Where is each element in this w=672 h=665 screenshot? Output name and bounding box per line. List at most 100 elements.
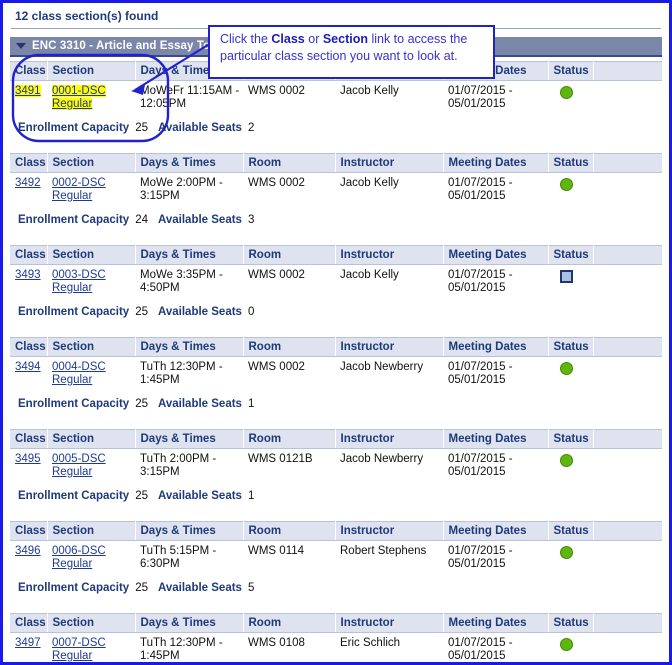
cell-section: 0006-DSC Regular [47, 540, 135, 573]
cell-room: WMS 0108 [243, 632, 335, 662]
class-number-link[interactable]: 3494 [15, 361, 41, 373]
section-type-link[interactable]: Regular [52, 466, 92, 478]
table-row: 3492 0002-DSC Regular MoWe 2:00PM - 3:15PM W… [10, 172, 662, 205]
section-link[interactable]: 0006-DSC [52, 545, 106, 557]
cell-meeting-dates: 01/07/2015 - 05/01/2015 [443, 264, 548, 297]
callout-bold-class: Class [271, 32, 305, 46]
section-type-link[interactable]: Regular [52, 558, 92, 570]
status-open-icon [560, 454, 573, 467]
column-header-instructor: Instructor [335, 429, 444, 449]
cell-status [548, 448, 593, 481]
status-open-icon [560, 86, 573, 99]
cell-days-times: MoWe 3:35PM - 4:50PM [135, 264, 243, 297]
column-header-days: Days & Times [135, 521, 244, 541]
column-header-blank [593, 429, 662, 449]
status-open-icon [560, 362, 573, 375]
status-open-icon [560, 638, 573, 651]
table-header-row: ClassSectionDays & TimesRoomInstructorMe… [10, 521, 662, 541]
cell-section: 0004-DSC Regular [47, 356, 135, 389]
section-table: ClassSectionDays & TimesRoomInstructorMe… [10, 429, 662, 481]
section-link[interactable]: 0007-DSC [52, 637, 106, 649]
column-header-section: Section [47, 337, 136, 357]
available-seats-label: Available Seats [158, 214, 242, 226]
column-header-section: Section [47, 61, 136, 81]
section-type-link[interactable]: Regular [52, 282, 92, 294]
cell-instructor: Eric Schlich [335, 632, 443, 662]
cell-instructor: Jacob Kelly [335, 80, 443, 113]
instruction-callout: Click the Class or Section link to acces… [208, 25, 495, 79]
section-type-link[interactable]: Regular [52, 190, 92, 202]
column-header-room: Room [243, 613, 336, 633]
cell-days-times: TuTh 12:30PM - 1:45PM [135, 356, 243, 389]
column-header-section: Section [47, 429, 136, 449]
class-number-link[interactable]: 3491 [15, 85, 41, 97]
enrollment-capacity-value: 25 [135, 490, 148, 502]
column-header-instructor: Instructor [335, 521, 444, 541]
class-number-link[interactable]: 3497 [15, 637, 41, 649]
column-header-instructor: Instructor [335, 337, 444, 357]
column-header-blank [593, 153, 662, 173]
column-header-status: Status [548, 61, 594, 81]
available-seats-value: 1 [247, 490, 255, 502]
cell-blank [593, 540, 662, 573]
section-type-link[interactable]: Regular [52, 98, 93, 110]
table-header-row: ClassSectionDays & TimesRoomInstructorMe… [10, 613, 662, 633]
cell-days-times: MoWeFr 11:15AM - 12:05PM [135, 80, 243, 113]
section-link[interactable]: 0005-DSC [52, 453, 106, 465]
available-seats-label: Available Seats [158, 398, 242, 410]
enrollment-capacity-label: Enrollment Capacity [18, 306, 130, 318]
available-seats-value: 3 [247, 214, 255, 226]
column-header-room: Room [243, 245, 336, 265]
section-link[interactable]: 0004-DSC [52, 361, 106, 373]
enrollment-summary: Enrollment Capacity 25 Available Seats 5 [10, 573, 662, 594]
triangle-down-icon[interactable] [16, 43, 26, 49]
column-header-dates: Meeting Dates [443, 429, 549, 449]
cell-class: 3497 [10, 632, 47, 662]
cell-blank [593, 264, 662, 297]
cell-class: 3493 [10, 264, 47, 297]
section-link[interactable]: 0001-DSC [52, 85, 106, 97]
cell-room: WMS 0002 [243, 264, 335, 297]
class-number-link[interactable]: 3493 [15, 269, 41, 281]
callout-text-part1: Click the [220, 32, 272, 46]
section-block: ClassSectionDays & TimesRoomInstructorMe… [10, 153, 662, 226]
enrollment-capacity-label: Enrollment Capacity [18, 214, 130, 226]
cell-blank [593, 356, 662, 389]
cell-status [548, 172, 593, 205]
cell-class: 3491 [10, 80, 47, 113]
section-type-link[interactable]: Regular [52, 650, 92, 662]
table-header-row: ClassSectionDays & TimesRoomInstructorMe… [10, 429, 662, 449]
section-type-link[interactable]: Regular [52, 374, 92, 386]
column-header-instructor: Instructor [335, 613, 444, 633]
column-header-room: Room [243, 429, 336, 449]
column-header-dates: Meeting Dates [443, 521, 549, 541]
section-block: ClassSectionDays & TimesRoomInstructorMe… [10, 613, 662, 662]
table-row: 3494 0004-DSC Regular TuTh 12:30PM - 1:45PM… [10, 356, 662, 389]
column-header-section: Section [47, 153, 136, 173]
column-header-days: Days & Times [135, 429, 244, 449]
cell-days-times: TuTh 5:15PM - 6:30PM [135, 540, 243, 573]
class-number-link[interactable]: 3496 [15, 545, 41, 557]
section-link[interactable]: 0003-DSC [52, 269, 106, 281]
cell-days-times: TuTh 2:00PM - 3:15PM [135, 448, 243, 481]
class-number-link[interactable]: 3492 [15, 177, 41, 189]
column-header-instructor: Instructor [335, 245, 444, 265]
callout-bold-section: Section [322, 32, 368, 46]
cell-instructor: Jacob Kelly [335, 172, 443, 205]
cell-section: 0002-DSC Regular [47, 172, 135, 205]
enrollment-summary: Enrollment Capacity 25 Available Seats 1 [10, 481, 662, 502]
cell-status [548, 632, 593, 662]
class-number-link[interactable]: 3495 [15, 453, 41, 465]
section-block: ClassSectionDays & TimesRoomInstructorMe… [10, 337, 662, 410]
column-header-status: Status [548, 613, 594, 633]
cell-status [548, 540, 593, 573]
column-header-days: Days & Times [135, 613, 244, 633]
enrollment-capacity-label: Enrollment Capacity [18, 398, 130, 410]
column-header-instructor: Instructor [335, 153, 444, 173]
enrollment-summary: Enrollment Capacity 25 Available Seats 0 [10, 297, 662, 318]
section-table: ClassSectionDays & TimesRoomInstructorMe… [10, 337, 662, 389]
column-header-blank [593, 613, 662, 633]
section-link[interactable]: 0002-DSC [52, 177, 106, 189]
